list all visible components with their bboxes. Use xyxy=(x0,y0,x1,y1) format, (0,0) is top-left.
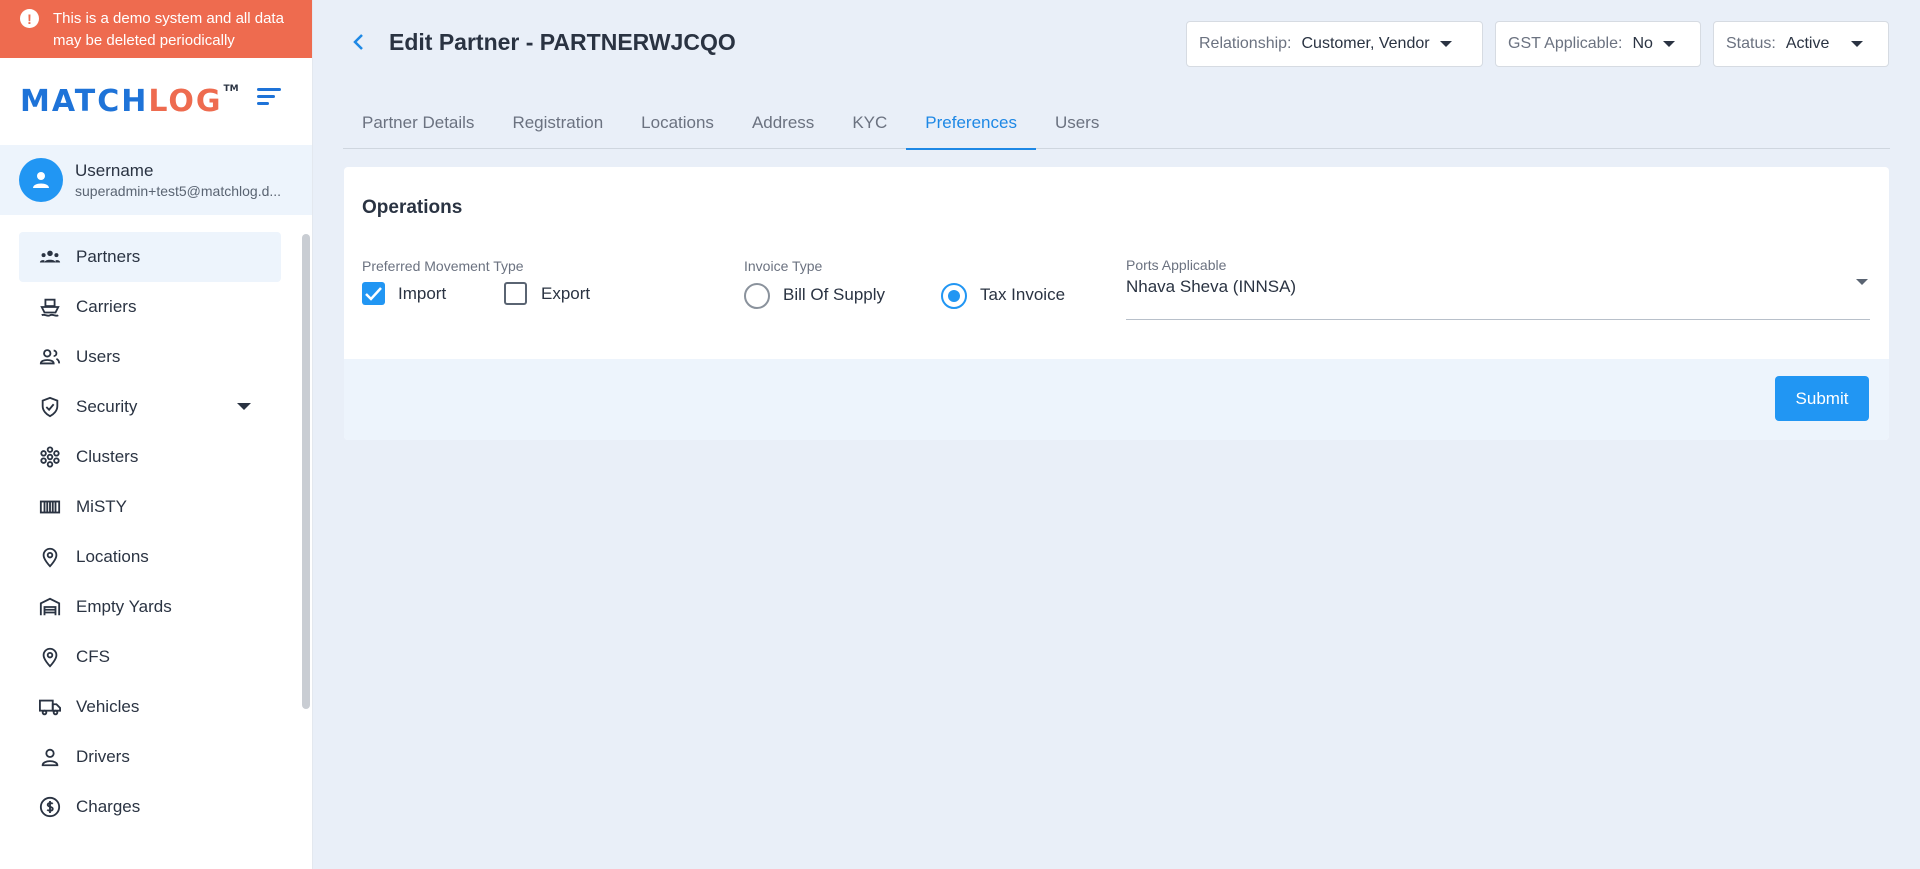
gst-applicable-label: GST Applicable: xyxy=(1508,35,1623,52)
sidebar-item-vehicles[interactable]: Vehicles xyxy=(19,682,281,732)
person-icon xyxy=(39,746,61,768)
sidebar-item-drivers[interactable]: Drivers xyxy=(19,732,281,782)
submit-button[interactable]: Submit xyxy=(1775,376,1869,421)
tab-partner-details[interactable]: Partner Details xyxy=(343,96,493,149)
dollar-icon xyxy=(39,796,61,818)
status-select[interactable]: Status: Active xyxy=(1713,21,1889,67)
sidebar-item-charges[interactable]: Charges xyxy=(19,782,281,832)
chevron-down-icon xyxy=(1856,279,1868,285)
user-avatar-icon xyxy=(33,172,49,188)
relationship-value: Customer, Vendor xyxy=(1301,35,1430,52)
tax-invoice-radio[interactable] xyxy=(941,283,967,309)
sidebar-item-carriers[interactable]: Carriers xyxy=(19,282,281,332)
check-icon xyxy=(365,287,382,301)
sidebar-item-label: CFS xyxy=(76,647,110,666)
bill-of-supply-label[interactable]: Bill Of Supply xyxy=(783,285,885,305)
relationship-select[interactable]: Relationship: Customer, Vendor xyxy=(1186,21,1483,67)
ship-icon xyxy=(39,296,61,318)
ports-applicable-select[interactable]: Nhava Sheva (INNSA) xyxy=(1126,277,1870,320)
shield-icon xyxy=(39,396,61,418)
avatar xyxy=(19,158,63,202)
sidebar-item-security[interactable]: Security xyxy=(19,382,281,432)
tab-address[interactable]: Address xyxy=(733,96,833,149)
export-checkbox[interactable] xyxy=(504,282,527,305)
sidebar-item-label: MiSTY xyxy=(76,497,127,516)
logo[interactable]: MATCHLOGTM xyxy=(20,84,239,119)
tab-registration[interactable]: Registration xyxy=(493,96,622,149)
sidebar-item-misty[interactable]: MiSTY xyxy=(19,482,281,532)
ports-applicable-label: Ports Applicable xyxy=(1126,257,1227,273)
sidebar-item-partners[interactable]: Partners xyxy=(19,232,281,282)
sidebar-item-label: Locations xyxy=(76,547,149,566)
sidebar-item-label: Empty Yards xyxy=(76,597,172,616)
import-checkbox[interactable] xyxy=(362,282,385,305)
logo-row: MATCHLOGTM xyxy=(0,58,312,145)
main-content: Edit Partner - PARTNERWJCQO Relationship… xyxy=(313,0,1920,869)
demo-banner: ! This is a demo system and all data may… xyxy=(0,0,312,58)
sidebar-item-clusters[interactable]: Clusters xyxy=(19,432,281,482)
tab-users[interactable]: Users xyxy=(1036,96,1118,149)
sidebar-item-label: Vehicles xyxy=(76,697,140,716)
sidebar-scrollbar[interactable] xyxy=(302,234,310,709)
tax-invoice-label[interactable]: Tax Invoice xyxy=(980,285,1065,305)
sidebar-item-label: Charges xyxy=(76,797,141,816)
operations-card: Operations Preferred Movement Type Impor… xyxy=(344,167,1889,440)
location-pin-icon xyxy=(39,546,61,568)
user-name: Username xyxy=(75,161,154,180)
ports-applicable-value: Nhava Sheva (INNSA) xyxy=(1126,277,1297,296)
tab-preferences[interactable]: Preferences xyxy=(906,96,1036,150)
chevron-down-icon[interactable] xyxy=(237,403,251,410)
tab-bar: Partner Details Registration Locations A… xyxy=(343,96,1890,150)
chevron-down-icon xyxy=(1439,41,1452,47)
partners-icon xyxy=(39,246,61,268)
warehouse-icon xyxy=(39,596,61,618)
sidebar-item-users[interactable]: Users xyxy=(19,332,281,382)
sidebar-item-label: Partners xyxy=(76,247,141,266)
sidebar-item-label: Carriers xyxy=(76,297,137,316)
sidebar-item-label: Users xyxy=(76,347,121,366)
page-title: Edit Partner - PARTNERWJCQO xyxy=(389,29,736,55)
menu-toggle-icon[interactable] xyxy=(257,88,283,108)
relationship-label: Relationship: xyxy=(1199,35,1292,52)
demo-banner-text: This is a demo system and all data may b… xyxy=(53,10,284,49)
export-label[interactable]: Export xyxy=(541,284,590,304)
bill-of-supply-radio[interactable] xyxy=(744,283,770,309)
chevron-down-icon xyxy=(1662,41,1675,47)
logo-tm: TM xyxy=(223,84,239,94)
cluster-icon xyxy=(39,446,61,468)
user-email: superadmin+test5@matchlog.d... xyxy=(75,183,282,199)
invoice-type-label: Invoice Type xyxy=(744,258,823,274)
sidebar-item-label: Clusters xyxy=(76,447,139,466)
alert-circle-icon: ! xyxy=(20,9,39,28)
chevron-down-icon xyxy=(1851,41,1864,47)
users-icon xyxy=(39,346,61,368)
movement-type-label: Preferred Movement Type xyxy=(362,258,524,274)
container-icon xyxy=(39,496,61,518)
card-footer: Submit xyxy=(344,359,1889,440)
sidebar-item-label: Drivers xyxy=(76,747,130,766)
back-arrow-icon[interactable] xyxy=(349,32,369,52)
truck-icon xyxy=(39,696,61,718)
sidebar-item-empty-yards[interactable]: Empty Yards xyxy=(19,582,281,632)
user-profile[interactable]: Username superadmin+test5@matchlog.d... xyxy=(0,145,312,215)
status-label: Status: xyxy=(1726,35,1776,52)
tab-kyc[interactable]: KYC xyxy=(833,96,906,149)
location-pin-icon xyxy=(39,646,61,668)
sidebar: ! This is a demo system and all data may… xyxy=(0,0,313,869)
sidebar-nav: Partners Carriers Users Security Cluster… xyxy=(0,232,300,832)
import-label[interactable]: Import xyxy=(398,284,446,304)
logo-part-match: MATCH xyxy=(20,84,149,119)
gst-applicable-select[interactable]: GST Applicable: No xyxy=(1495,21,1701,67)
operations-title: Operations xyxy=(362,197,463,218)
gst-applicable-value: No xyxy=(1632,35,1653,52)
sidebar-item-locations[interactable]: Locations xyxy=(19,532,281,582)
logo-part-log: LOG xyxy=(148,84,223,119)
sidebar-item-cfs[interactable]: CFS xyxy=(19,632,281,682)
sidebar-item-label: Security xyxy=(76,397,138,416)
tab-locations[interactable]: Locations xyxy=(622,96,733,149)
status-value: Active xyxy=(1785,35,1830,52)
